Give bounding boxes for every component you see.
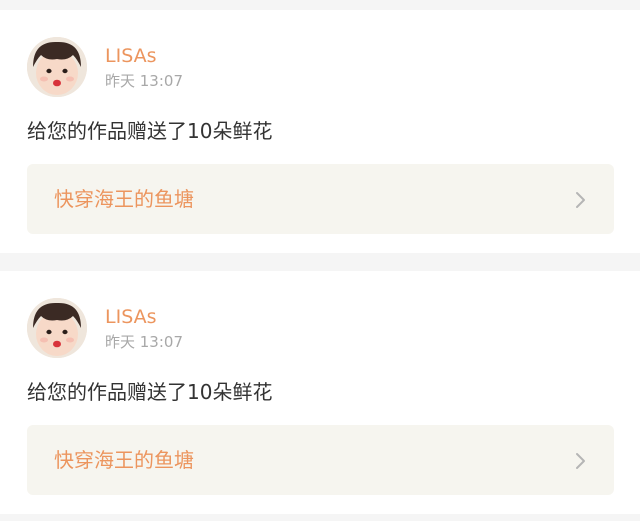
- timestamp: 昨天 13:07: [105, 333, 183, 351]
- username[interactable]: LISAs: [105, 306, 157, 328]
- chevron-right-icon: [576, 192, 585, 208]
- notification-feed: LISAs 昨天 13:07 给您的作品赠送了10朵鲜花 快穿海王的鱼塘 LIS…: [0, 0, 640, 521]
- work-title: 快穿海王的鱼塘: [54, 187, 194, 211]
- timestamp: 昨天 13:07: [105, 72, 183, 90]
- gift-notification-card: LISAs 昨天 13:07 给您的作品赠送了10朵鲜花 快穿海王的鱼塘: [0, 10, 640, 253]
- user-avatar[interactable]: [27, 37, 87, 97]
- gift-notification-card: LISAs 昨天 13:07 给您的作品赠送了10朵鲜花 快穿海王的鱼塘: [0, 271, 640, 514]
- avatar-photo-icon: [27, 298, 87, 358]
- work-link-button[interactable]: 快穿海王的鱼塘: [27, 425, 614, 495]
- chevron-right-icon: [576, 453, 585, 469]
- notification-message: 给您的作品赠送了10朵鲜花: [27, 380, 273, 404]
- work-title: 快穿海王的鱼塘: [54, 448, 194, 472]
- notification-message: 给您的作品赠送了10朵鲜花: [27, 119, 273, 143]
- username[interactable]: LISAs: [105, 45, 157, 67]
- work-link-button[interactable]: 快穿海王的鱼塘: [27, 164, 614, 234]
- avatar-photo-icon: [27, 37, 87, 97]
- user-avatar[interactable]: [27, 298, 87, 358]
